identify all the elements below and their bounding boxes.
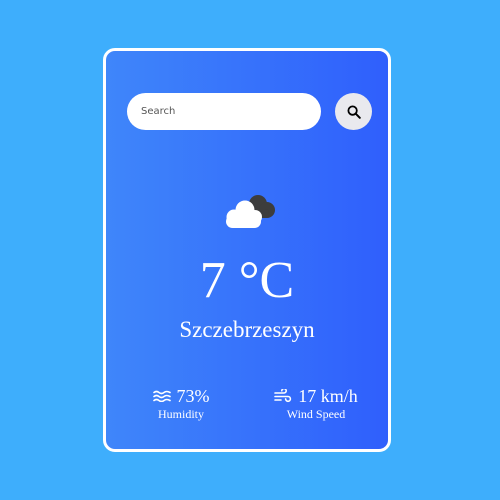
wind-stat: 17 km/h Wind Speed — [256, 385, 376, 421]
search-button[interactable] — [335, 93, 372, 130]
search-box[interactable] — [127, 93, 321, 130]
weather-card: 7 °C Szczebrzeszyn 73% Humidity — [103, 48, 391, 452]
search-input[interactable] — [139, 105, 321, 118]
wind-value: 17 km/h — [298, 386, 358, 406]
humidity-label: Humidity — [157, 407, 204, 421]
humidity-value: 73% — [176, 386, 210, 406]
temperature: 7 °C — [199, 252, 295, 309]
wind-icon — [274, 389, 292, 403]
wind-label: Wind Speed — [286, 407, 346, 421]
city-name: Szczebrzeszyn — [179, 317, 315, 342]
humidity-stat: 73% Humidity — [136, 385, 226, 421]
cloud-icon — [226, 195, 275, 228]
search-icon — [347, 105, 361, 119]
humidity-waves-icon — [152, 390, 171, 402]
